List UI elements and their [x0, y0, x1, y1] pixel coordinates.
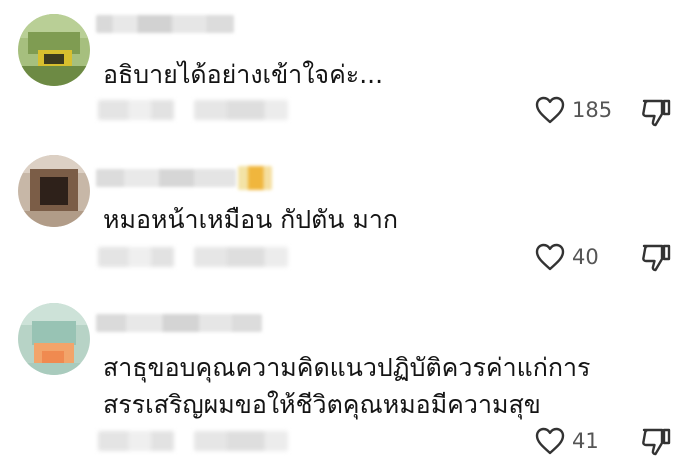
comment-text-line-1: สาธุขอบคุณความคิดแนวปฏิบัติควรค่าแก่การ: [103, 353, 591, 382]
like-button[interactable]: 185: [534, 95, 612, 125]
comment-item: สาธุขอบคุณความคิดแนวปฏิบัติควรค่าแก่การ …: [0, 295, 700, 470]
comment-text-line-2: สรรเสริญผมขอให้ชีวิตคุณหมอมีความสุข: [103, 390, 541, 419]
dislike-button[interactable]: [640, 97, 672, 131]
reply-redacted[interactable]: [194, 247, 288, 267]
thumbs-down-outline-icon: [640, 428, 672, 460]
like-button[interactable]: 41: [534, 426, 599, 456]
username-redacted[interactable]: [96, 169, 236, 187]
heart-outline-icon: [534, 242, 566, 272]
comment-text: หมอหน้าเหมือน กัปตัน มาก: [103, 205, 399, 234]
like-count: 185: [572, 98, 613, 122]
avatar[interactable]: [18, 303, 90, 375]
like-count: 41: [572, 429, 599, 453]
avatar[interactable]: [18, 155, 90, 227]
username-redacted[interactable]: [96, 15, 234, 33]
thumbs-down-outline-icon: [640, 99, 672, 131]
like-button[interactable]: 40: [534, 242, 599, 272]
avatar[interactable]: [18, 14, 90, 86]
heart-outline-icon: [534, 426, 566, 456]
comment-text: อธิบายได้อย่างเข้าใจค่ะ...: [103, 60, 384, 89]
heart-outline-icon: [534, 95, 566, 125]
thumbs-down-outline-icon: [640, 244, 672, 276]
username-redacted[interactable]: [96, 314, 262, 332]
timestamp-redacted: [98, 431, 174, 451]
dislike-button[interactable]: [640, 242, 672, 276]
timestamp-redacted: [98, 100, 174, 120]
reply-redacted[interactable]: [194, 100, 288, 120]
comment-item: หมอหน้าเหมือน กัปตัน มาก 40: [0, 150, 700, 295]
comment-item: อธิบายได้อย่างเข้าใจค่ะ... 185: [0, 0, 700, 150]
like-count: 40: [572, 245, 599, 269]
verified-badge-redacted: [238, 166, 272, 190]
timestamp-redacted: [98, 247, 174, 267]
dislike-button[interactable]: [640, 426, 672, 460]
reply-redacted[interactable]: [194, 431, 288, 451]
